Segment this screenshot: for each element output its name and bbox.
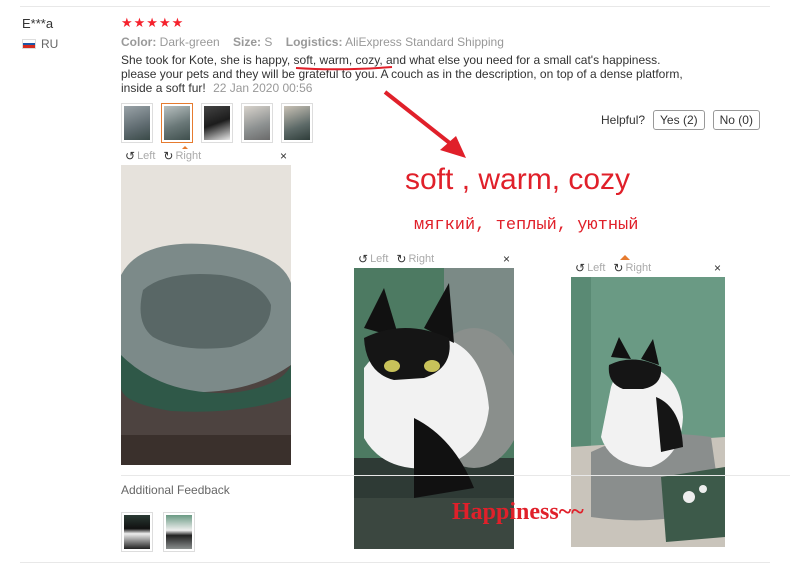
color-label: Color: [121,35,157,49]
reviewer-name: E***a [22,16,54,31]
image-viewer-main: ↺ Left ↻ Right × [121,149,291,465]
thumbnail[interactable] [281,103,313,143]
cat-sitting-photo [571,277,725,547]
size-value: S [264,35,273,49]
rotate-left-icon: ↺ [125,149,136,163]
bottom-divider [20,562,770,563]
viewer-close-icon[interactable]: × [280,149,287,163]
viewer-pointer [620,255,630,260]
thumbnail[interactable] [121,103,153,143]
reviewer-country: RU [22,37,58,51]
thumbnail[interactable] [241,103,273,143]
helpful-yes-button[interactable]: Yes (2) [653,110,705,130]
rotate-right-label: Right [408,253,435,265]
logistics-value: AliExpress Standard Shipping [345,35,504,49]
helpful-no-button[interactable]: No (0) [712,110,760,130]
arrow-shaft [383,90,458,150]
rotate-right-button[interactable]: ↻ Right [163,149,201,163]
top-divider [20,6,770,7]
rotate-right-icon: ↻ [396,252,407,266]
rotate-left-icon: ↺ [575,261,586,275]
rotate-right-button[interactable]: ↻ Right [613,261,651,275]
photo-thumbnails [121,103,313,143]
rotate-right-icon: ↻ [163,149,174,163]
rotate-right-icon: ↻ [613,261,624,275]
order-properties: Color: Dark-green Size: S Logistics: Ali… [121,35,514,49]
cat-bed-photo [121,165,291,465]
review-body: She took for Kote, she is happy, soft, w… [121,53,691,95]
arrow-head [440,136,466,158]
rotate-right-label: Right [625,262,652,274]
viewer-toolbar: ↺ Left ↻ Right × [121,149,291,163]
viewer-close-icon[interactable]: × [503,252,510,266]
review-text: She took for Kote, she is happy, soft, w… [121,53,683,95]
viewer-toolbar: ↺ Left ↻ Right × [571,261,725,275]
thumbnail[interactable] [163,512,195,552]
helpful-label: Helpful? [601,113,646,127]
viewer-close-icon[interactable]: × [714,261,721,275]
rotate-left-label: Left [587,262,606,274]
country-code: RU [41,37,59,51]
thumbnail-active[interactable] [161,103,193,143]
annotation-happiness: Happiness~~ [452,499,584,525]
russia-flag-icon [22,39,36,49]
logistics-label: Logistics: [285,35,343,49]
star-rating: ★★★★★ [121,15,185,30]
rotate-left-label: Left [137,150,156,162]
rotate-left-icon: ↺ [358,252,369,266]
annotation-russian: мягкий, теплый, уютный [414,216,639,235]
rotate-left-label: Left [370,253,389,265]
image-viewer-third: ↺ Left ↻ Right × [571,261,725,547]
helpful-vote: Helpful? Yes (2) No (0) [601,110,760,130]
rotate-right-label: Right [175,150,202,162]
viewer-toolbar: ↺ Left ↻ Right × [354,252,514,266]
rotate-left-button[interactable]: ↺ Left [575,261,605,275]
rotate-right-button[interactable]: ↻ Right [396,252,434,266]
rotate-left-button[interactable]: ↺ Left [125,149,155,163]
annotation-english: soft , warm, cozy [405,163,631,196]
additional-feedback-label: Additional Feedback [121,483,230,497]
thumbnail[interactable] [201,103,233,143]
feedback-divider [121,475,790,476]
thumbnail[interactable] [121,512,153,552]
size-label: Size: [233,35,262,49]
rotate-left-button[interactable]: ↺ Left [358,252,388,266]
color-value: Dark-green [159,35,220,49]
additional-feedback-thumbnails [121,512,195,552]
review-date: 22 Jan 2020 00:56 [213,81,313,95]
